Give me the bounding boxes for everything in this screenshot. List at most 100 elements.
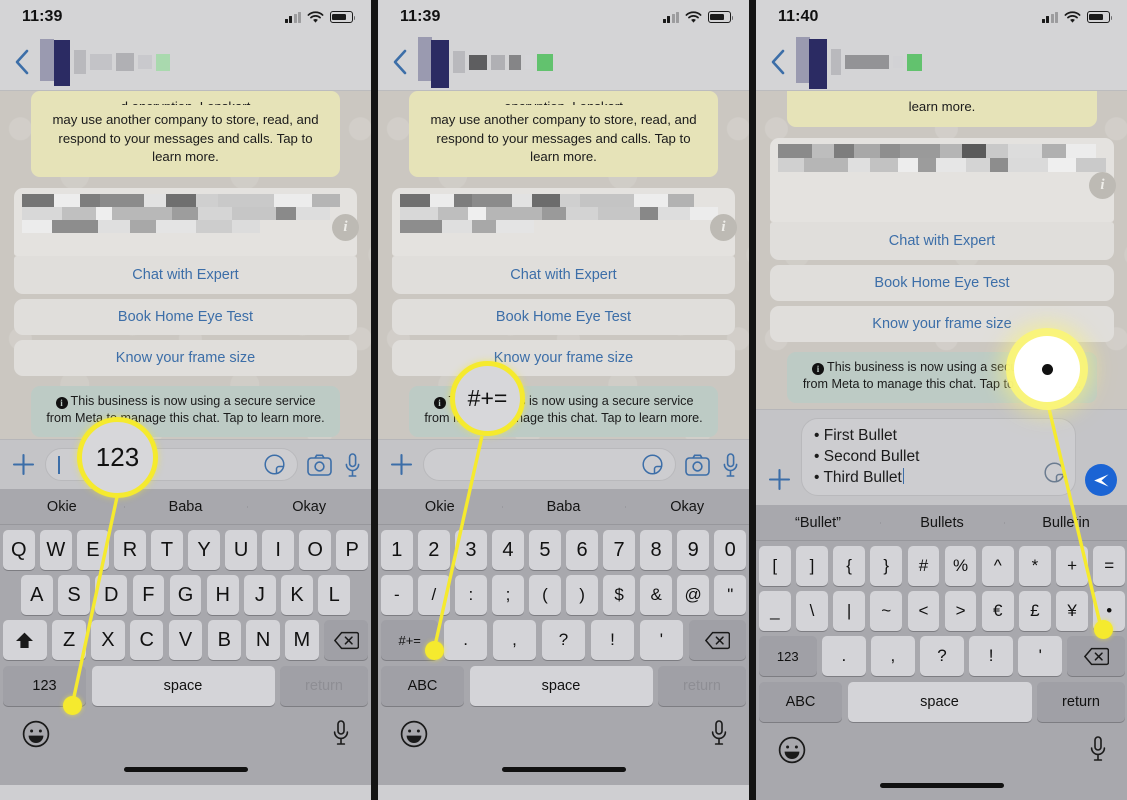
key-t[interactable]: T <box>151 530 183 570</box>
emoji-icon[interactable] <box>778 736 806 764</box>
key-exclamation[interactable]: ! <box>969 636 1013 676</box>
key-v[interactable]: V <box>168 620 203 660</box>
key-question[interactable]: ? <box>541 620 586 660</box>
key-x[interactable]: X <box>91 620 125 660</box>
key-7[interactable]: 7 <box>603 530 635 570</box>
cta-book-home-eye-test[interactable]: Book Home Eye Test <box>14 298 357 335</box>
key-q[interactable]: Q <box>3 530 35 570</box>
key-e[interactable]: E <box>77 530 109 570</box>
cta-book-home-eye-test[interactable]: Book Home Eye Test <box>770 264 1114 301</box>
key-p[interactable]: P <box>336 530 368 570</box>
key-o[interactable]: O <box>299 530 331 570</box>
key-underscore[interactable]: _ <box>758 591 791 631</box>
send-button[interactable] <box>1085 464 1117 496</box>
key-percent[interactable]: % <box>944 546 977 586</box>
key-return[interactable]: return <box>658 666 746 706</box>
key-paren-open[interactable]: ( <box>529 575 561 615</box>
key-f[interactable]: F <box>132 575 165 615</box>
prediction-2[interactable]: Bullets <box>880 515 1004 531</box>
info-badge-icon[interactable]: i <box>332 213 359 241</box>
key-quote[interactable]: " <box>714 575 746 615</box>
backspace-icon[interactable] <box>688 620 746 660</box>
key-exclamation[interactable]: ! <box>590 620 635 660</box>
key-h[interactable]: H <box>206 575 239 615</box>
key-w[interactable]: W <box>40 530 72 570</box>
key-4[interactable]: 4 <box>492 530 524 570</box>
mic-icon[interactable] <box>1090 736 1106 762</box>
key-brace-close[interactable]: } <box>870 546 903 586</box>
key-period[interactable]: . <box>443 620 488 660</box>
meta-business-notice[interactable]: i This business is now using a secure ser… <box>787 351 1097 403</box>
key-5[interactable]: 5 <box>529 530 561 570</box>
key-colon[interactable]: : <box>455 575 487 615</box>
key-c[interactable]: C <box>130 620 164 660</box>
key-semicolon[interactable]: ; <box>492 575 524 615</box>
key-return[interactable]: return <box>1037 682 1125 722</box>
meta-business-notice[interactable]: i This business is now using a secure ser… <box>409 385 718 437</box>
key-a[interactable]: A <box>20 575 53 615</box>
shift-icon[interactable] <box>3 620 47 660</box>
back-chevron-icon[interactable] <box>392 49 408 75</box>
camera-icon[interactable] <box>307 454 332 476</box>
cta-know-your-frame-size[interactable]: Know your frame size <box>392 339 735 376</box>
key-less-than[interactable]: < <box>907 591 940 631</box>
key-2[interactable]: 2 <box>418 530 450 570</box>
key-period[interactable]: . <box>822 636 866 676</box>
cta-chat-with-expert[interactable]: Chat with Expert <box>14 255 357 294</box>
info-badge-icon[interactable]: i <box>710 213 737 241</box>
key-tilde[interactable]: ~ <box>870 591 903 631</box>
key-0[interactable]: 0 <box>714 530 746 570</box>
emoji-icon[interactable] <box>22 720 50 748</box>
plus-icon[interactable] <box>767 467 792 492</box>
prediction-3[interactable]: Okay <box>247 499 371 515</box>
key-brace-open[interactable]: { <box>833 546 865 586</box>
key-l[interactable]: L <box>318 575 351 615</box>
key-space[interactable]: space <box>469 666 653 706</box>
key-d[interactable]: D <box>95 575 127 615</box>
back-chevron-icon[interactable] <box>14 49 30 75</box>
key-yen[interactable]: ¥ <box>1056 591 1088 631</box>
cta-know-your-frame-size[interactable]: Know your frame size <box>770 305 1114 342</box>
key-plus[interactable]: + <box>1056 546 1088 586</box>
prediction-2[interactable]: Baba <box>123 499 248 515</box>
key-8[interactable]: 8 <box>640 530 672 570</box>
key-n[interactable]: N <box>246 620 280 660</box>
key-pipe[interactable]: | <box>833 591 865 631</box>
key-j[interactable]: J <box>244 575 276 615</box>
key-1[interactable]: 1 <box>381 530 413 570</box>
key-space[interactable]: space <box>847 682 1032 722</box>
key-6[interactable]: 6 <box>566 530 598 570</box>
key-mode-abc[interactable]: ABC <box>381 666 464 706</box>
message-input-field[interactable] <box>423 448 676 481</box>
encryption-notice-bubble[interactable]: may use another company to store, read, … <box>409 104 718 177</box>
encryption-notice-bubble[interactable]: may use another company to store, read, … <box>31 104 340 177</box>
prediction-3[interactable]: Okay <box>625 499 749 515</box>
key-caret[interactable]: ^ <box>981 546 1014 586</box>
plus-icon[interactable] <box>11 452 36 477</box>
back-chevron-icon[interactable] <box>770 49 786 75</box>
sticker-icon[interactable] <box>1044 462 1065 483</box>
key-u[interactable]: U <box>225 530 257 570</box>
prediction-2[interactable]: Baba <box>501 499 626 515</box>
prediction-1[interactable]: “Bullet” <box>756 515 880 531</box>
encryption-notice-bubble[interactable]: learn more. <box>787 91 1097 127</box>
key-slash[interactable]: / <box>418 575 450 615</box>
key-equals[interactable]: = <box>1093 546 1126 586</box>
mic-icon[interactable] <box>711 720 727 746</box>
message-input-field[interactable] <box>45 448 298 481</box>
key-at[interactable]: @ <box>677 575 709 615</box>
key-bullet[interactable]: • <box>1093 591 1126 631</box>
key-bracket-open[interactable]: [ <box>758 546 791 586</box>
key-s[interactable]: S <box>58 575 90 615</box>
key-hyphen[interactable]: - <box>381 575 413 615</box>
mic-icon[interactable] <box>333 720 349 746</box>
key-r[interactable]: R <box>114 530 146 570</box>
key-comma[interactable]: , <box>492 620 537 660</box>
key-hash[interactable]: # <box>907 546 940 586</box>
cta-chat-with-expert[interactable]: Chat with Expert <box>392 255 735 294</box>
key-dollar[interactable]: $ <box>603 575 635 615</box>
key-mode-123[interactable]: 123 <box>758 636 817 676</box>
cta-book-home-eye-test[interactable]: Book Home Eye Test <box>392 298 735 335</box>
backspace-icon[interactable] <box>1067 636 1126 676</box>
key-mode-123[interactable]: 123 <box>3 666 86 706</box>
